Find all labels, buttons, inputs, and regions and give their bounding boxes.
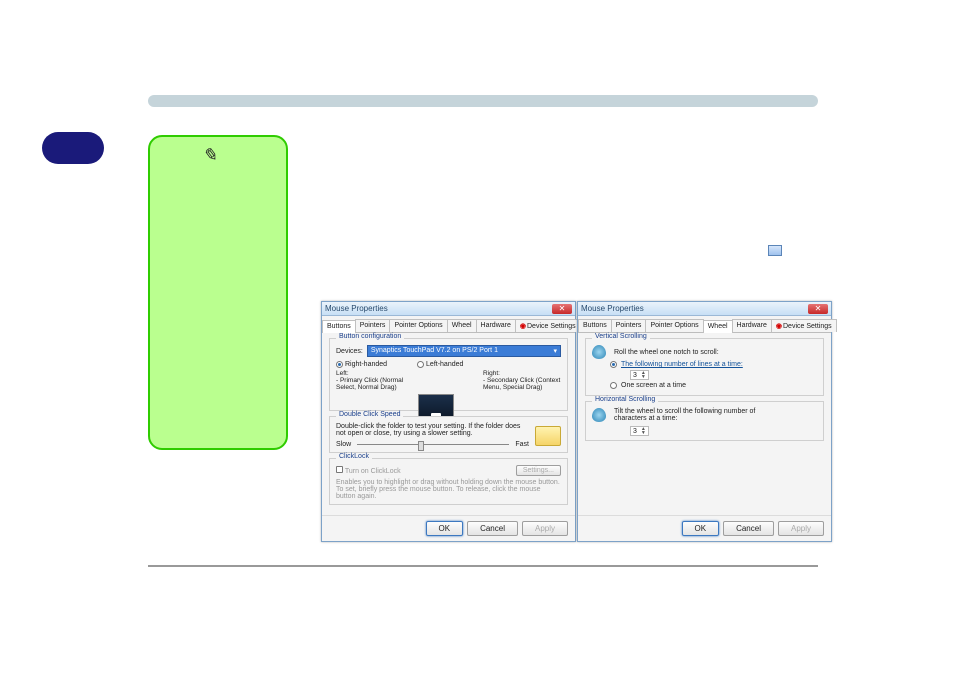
close-icon[interactable]: ✕	[808, 304, 828, 314]
note-callout: ✎	[148, 135, 288, 450]
group-title: Horizontal Scrolling	[592, 396, 658, 403]
dialog-buttons: OK Cancel Apply	[322, 515, 575, 541]
group-title: Double Click Speed	[336, 411, 403, 418]
close-icon[interactable]: ✕	[552, 304, 572, 314]
dialog-title: Mouse Properties	[325, 304, 388, 313]
vscroll-screen-radio[interactable]: One screen at a time	[610, 382, 817, 389]
left-title: Left:	[336, 370, 414, 377]
ok-button[interactable]: OK	[682, 521, 720, 536]
right-desc: - Secondary Click (Context Menu, Special…	[483, 377, 561, 391]
vscroll-lines-radio[interactable]: The following number of lines at a time:	[610, 361, 817, 368]
speed-slider[interactable]	[357, 444, 509, 445]
dbl-desc: Double-click the folder to test your set…	[336, 423, 529, 437]
right-title: Right:	[483, 370, 561, 377]
group-title: ClickLock	[336, 453, 372, 460]
left-handed-radio[interactable]: Left-handed	[417, 361, 463, 368]
pen-icon: ✎	[202, 145, 217, 166]
hscroll-chars-spinner[interactable]: 3 ▲▼	[630, 426, 649, 436]
group-double-click: Double Click Speed Double-click the fold…	[329, 416, 568, 453]
tab-pointers[interactable]: Pointers	[355, 319, 391, 332]
ok-button[interactable]: OK	[426, 521, 464, 536]
tab-strip: Buttons Pointers Pointer Options Wheel H…	[578, 316, 831, 333]
folder-icon[interactable]	[535, 426, 561, 446]
header-divider	[148, 95, 818, 107]
cancel-button[interactable]: Cancel	[467, 521, 518, 536]
clicklock-desc: Enables you to highlight or drag without…	[336, 479, 561, 500]
hscroll-line1: Tilt the wheel to scroll the following n…	[614, 408, 764, 422]
clicklock-settings-button: Settings...	[516, 465, 561, 476]
footer-divider	[148, 565, 818, 567]
apply-button: Apply	[522, 521, 568, 536]
tab-wheel[interactable]: Wheel	[703, 320, 733, 333]
slow-label: Slow	[336, 441, 351, 448]
tab-wheel[interactable]: Wheel	[447, 319, 477, 332]
group-title: Vertical Scrolling	[592, 333, 650, 340]
vscroll-line1: Roll the wheel one notch to scroll:	[614, 349, 719, 356]
document-icon	[768, 245, 782, 256]
tab-buttons[interactable]: Buttons	[322, 320, 356, 333]
wheel-icon	[592, 408, 606, 422]
tab-device-settings[interactable]: ◉Device Settings	[515, 319, 581, 332]
devices-label: Devices:	[336, 348, 363, 355]
tab-pointers[interactable]: Pointers	[611, 319, 647, 332]
tab-hardware[interactable]: Hardware	[476, 319, 516, 332]
blue-pill	[42, 132, 104, 164]
group-button-config: Button configuration Devices: Synaptics …	[329, 338, 568, 411]
titlebar: Mouse Properties ✕	[322, 302, 575, 316]
group-clicklock: ClickLock Turn on ClickLock Settings... …	[329, 458, 568, 505]
cancel-button[interactable]: Cancel	[723, 521, 774, 536]
tab-hardware[interactable]: Hardware	[732, 319, 772, 332]
tab-pointer-options[interactable]: Pointer Options	[389, 319, 447, 332]
tab-device-settings[interactable]: ◉Device Settings	[771, 319, 837, 332]
mouse-properties-dialog-buttons: Mouse Properties ✕ Buttons Pointers Poin…	[321, 301, 576, 542]
wheel-icon	[592, 345, 606, 359]
tab-strip: Buttons Pointers Pointer Options Wheel H…	[322, 316, 575, 333]
tab-buttons[interactable]: Buttons	[578, 319, 612, 332]
titlebar: Mouse Properties ✕	[578, 302, 831, 316]
right-handed-radio[interactable]: Right-handed	[336, 361, 387, 368]
left-desc: - Primary Click (Normal Select, Normal D…	[336, 377, 414, 391]
dialog-title: Mouse Properties	[581, 304, 644, 313]
clicklock-checkbox[interactable]: Turn on ClickLock	[336, 466, 401, 475]
group-horizontal-scrolling: Horizontal Scrolling Tilt the wheel to s…	[585, 401, 824, 441]
group-vertical-scrolling: Vertical Scrolling Roll the wheel one no…	[585, 338, 824, 396]
mouse-properties-dialog-wheel: Mouse Properties ✕ Buttons Pointers Poin…	[577, 301, 832, 542]
vscroll-lines-spinner[interactable]: 3 ▲▼	[630, 370, 649, 380]
fast-label: Fast	[515, 441, 529, 448]
apply-button: Apply	[778, 521, 824, 536]
dialog-buttons: OK Cancel Apply	[578, 515, 831, 541]
tab-pointer-options[interactable]: Pointer Options	[645, 319, 703, 332]
device-select[interactable]: Synaptics TouchPad V7.2 on PS/2 Port 1▾	[367, 345, 561, 357]
group-title: Button configuration	[336, 333, 404, 340]
